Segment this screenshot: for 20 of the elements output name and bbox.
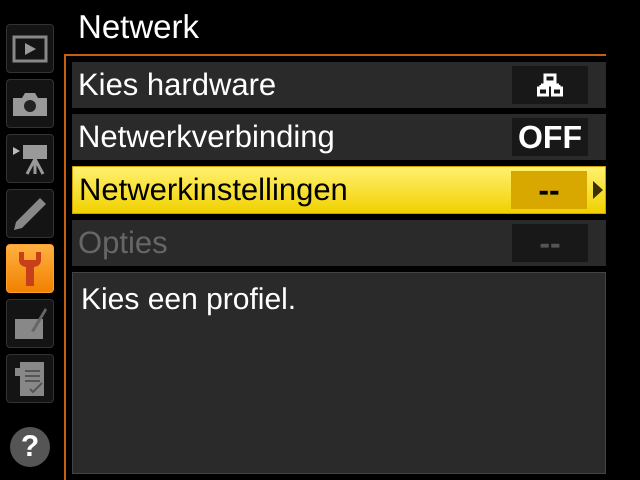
playback-icon xyxy=(12,34,48,62)
menu-tab[interactable] xyxy=(6,299,54,348)
menu-item[interactable]: Netwerkinstellingen -- xyxy=(72,166,606,214)
menu-tab[interactable] xyxy=(6,24,54,73)
menu-item[interactable]: Netwerkverbinding OFF xyxy=(72,114,606,160)
help-button[interactable]: ? xyxy=(10,427,50,467)
pencil-icon xyxy=(12,196,48,232)
setting-value: -- xyxy=(512,224,588,262)
help-text: Kies een profiel. xyxy=(81,283,296,316)
menu-tab[interactable] xyxy=(6,189,54,238)
menu-tab[interactable] xyxy=(6,79,54,128)
network-icon xyxy=(537,73,563,97)
menu-tab[interactable] xyxy=(6,134,54,183)
menu-tab[interactable] xyxy=(6,354,54,403)
right-arrow-icon xyxy=(593,181,603,199)
retouch-icon xyxy=(12,306,48,342)
setting-value: -- xyxy=(511,171,587,209)
menu-title: Netwerk xyxy=(77,7,200,47)
menu-item[interactable]: Kies hardware xyxy=(72,62,606,108)
setting-value: OFF xyxy=(512,118,588,156)
